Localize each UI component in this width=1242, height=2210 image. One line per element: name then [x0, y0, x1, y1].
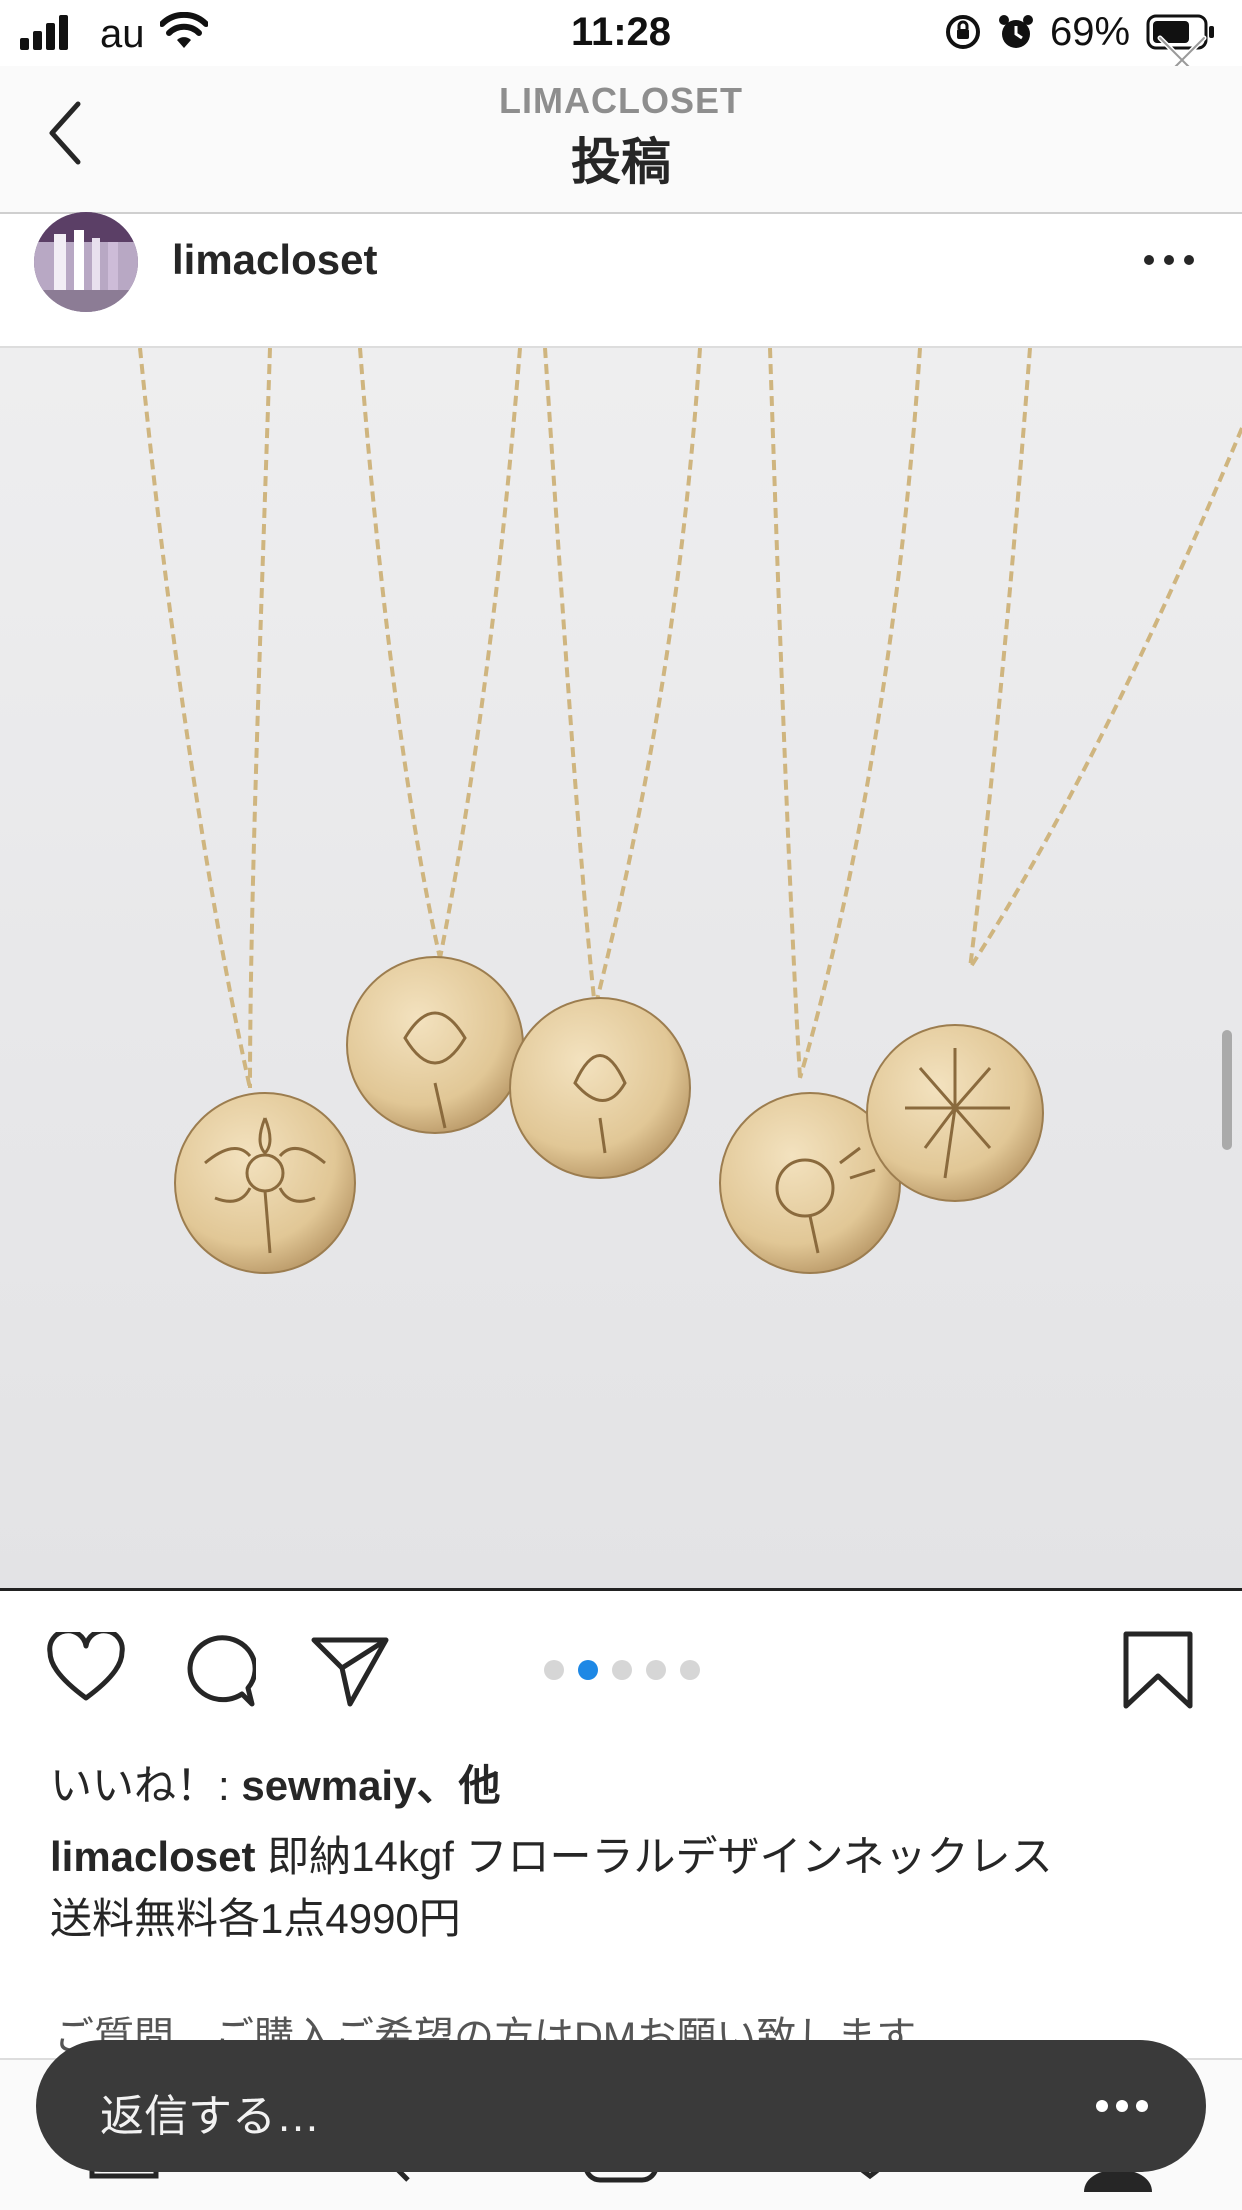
caption-text-line2: 送料無料各1点4990円 [50, 1895, 461, 1942]
status-bar: au 11:28 69% [0, 0, 1242, 85]
scrollbar[interactable] [1222, 1030, 1232, 1150]
post-image[interactable] [0, 346, 1242, 1591]
caption-text-line1: 即納14kgf フローラルデザインネックレス [267, 1833, 1053, 1880]
reply-more-icon[interactable] [1094, 2096, 1150, 2116]
carousel-indicator [544, 1660, 700, 1682]
more-horizontal-icon[interactable] [1142, 250, 1196, 270]
necklaces-illustration [138, 348, 1242, 1274]
post-caption: limacloset 即納14kgf フローラルデザインネックレス 送料無料各1… [50, 1826, 1200, 1950]
rotation-lock-icon [946, 15, 980, 49]
heart-icon[interactable] [46, 1632, 126, 1704]
carousel-dot [544, 1660, 564, 1680]
avatar[interactable] [34, 212, 138, 312]
post-username[interactable]: limacloset [172, 236, 377, 284]
comment-icon[interactable] [180, 1634, 256, 1710]
caption-username[interactable]: limacloset [50, 1833, 255, 1880]
paper-plane-icon[interactable] [310, 1634, 390, 1708]
account-name: LIMACLOSET [499, 80, 743, 121]
likes-user[interactable]: sewmaiy、他 [241, 1762, 500, 1809]
bookmark-icon[interactable] [1122, 1630, 1194, 1710]
likes-summary[interactable]: いいね！: sewmaiy、他 [50, 1752, 500, 1813]
carousel-dot [612, 1660, 632, 1680]
carousel-dot [646, 1660, 666, 1680]
likes-prefix: いいね！: [50, 1762, 242, 1809]
carousel-dot-active [578, 1660, 598, 1680]
reply-input[interactable]: 返信する… [100, 2080, 320, 2144]
page-title: 投稿 [571, 134, 671, 190]
carousel-dot [680, 1660, 700, 1680]
alarm-icon [999, 15, 1033, 48]
battery-percent: 69% [1050, 10, 1131, 54]
